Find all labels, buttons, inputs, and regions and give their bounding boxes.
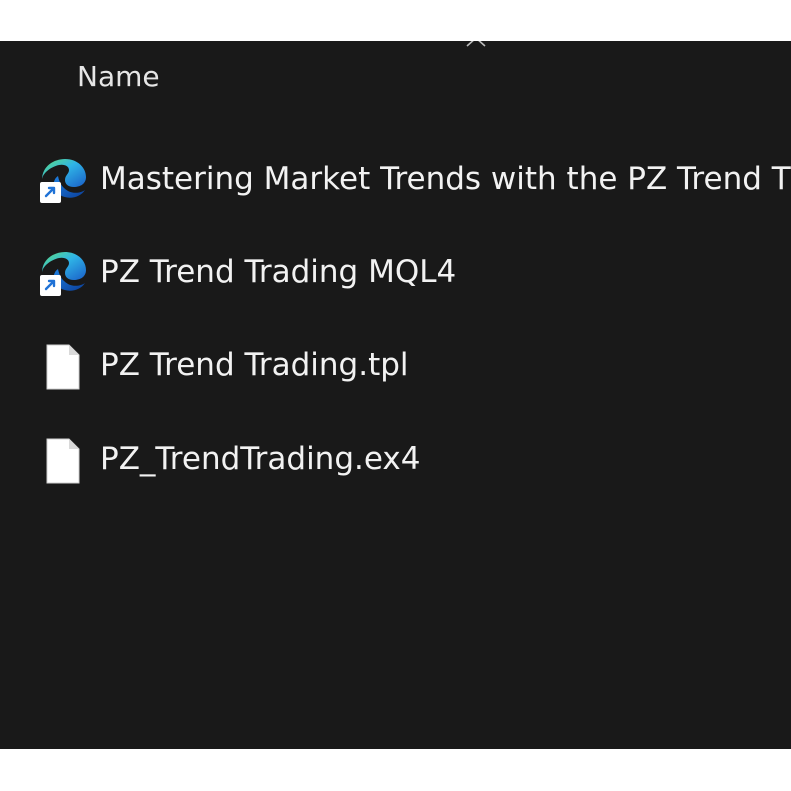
blank-file-icon <box>46 344 80 390</box>
file-row[interactable]: PZ Trend Trading.tpl <box>0 334 791 396</box>
file-row[interactable]: PZ Trend Trading MQL4 <box>0 241 791 303</box>
file-row[interactable]: PZ_TrendTrading.ex4 <box>0 428 791 490</box>
name-column-header[interactable]: Name <box>77 57 160 97</box>
file-name: PZ Trend Trading MQL4 <box>100 254 457 290</box>
file-list-pane: Name Mastering Market Trends with the PZ… <box>0 41 791 749</box>
blank-file-icon <box>46 438 80 484</box>
edge-shortcut-icon <box>40 252 86 296</box>
file-name: PZ Trend Trading.tpl <box>100 347 409 383</box>
sort-ascending-chevron-icon[interactable] <box>465 41 487 47</box>
file-name: PZ_TrendTrading.ex4 <box>100 441 421 477</box>
file-row[interactable]: Mastering Market Trends with the PZ Tren… <box>0 148 791 210</box>
edge-shortcut-icon <box>40 159 86 203</box>
file-name: Mastering Market Trends with the PZ Tren… <box>100 161 791 197</box>
